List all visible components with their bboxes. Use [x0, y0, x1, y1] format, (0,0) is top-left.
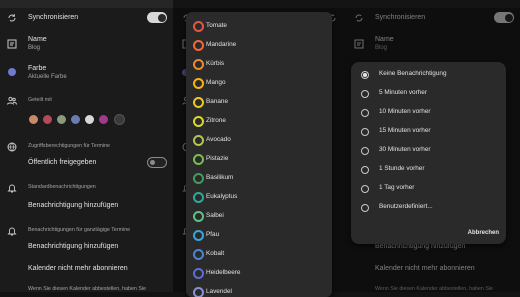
name-label: Name — [28, 36, 47, 43]
avatar[interactable] — [98, 114, 109, 125]
public-toggle[interactable] — [147, 157, 167, 168]
avatar[interactable] — [42, 114, 53, 125]
default-notif-label: Standardbenachrichtigungen — [28, 184, 96, 190]
sync-icon — [8, 14, 16, 22]
color-label: Farbe — [28, 65, 47, 72]
sync-toggle[interactable] — [147, 12, 167, 23]
radio-icon — [361, 166, 369, 174]
color-option-banane[interactable]: Banane — [186, 93, 332, 111]
color-option-mandarine[interactable]: Mandarine — [186, 36, 332, 54]
color-ring-icon — [193, 230, 204, 241]
notif-option-10min[interactable]: 10 Minuten vorher — [351, 104, 506, 123]
color-ring-icon — [193, 268, 204, 279]
color-option-mango[interactable]: Mango — [186, 74, 332, 92]
people-icon — [7, 96, 17, 105]
radio-icon — [361, 90, 369, 98]
radio-selected-icon — [361, 71, 369, 79]
color-option-kobalt[interactable]: Kobalt — [186, 245, 332, 263]
color-ring-icon — [193, 97, 204, 108]
bell-icon — [7, 227, 17, 236]
color-ring-icon — [193, 249, 204, 260]
default-notif-row: Standardbenachrichtigungen Benachrichtig… — [0, 181, 173, 215]
shared-label: Geteilt mit — [28, 97, 52, 103]
sync-row[interactable]: Synchronisieren — [0, 10, 173, 26]
color-row[interactable]: Farbe Aktuelle Farbe — [0, 63, 173, 83]
notif-option-custom[interactable]: Benutzerdefiniert... — [351, 199, 506, 218]
public-label: Öffentlich freigegeben — [28, 159, 97, 166]
globe-icon — [7, 142, 17, 152]
color-ring-icon — [193, 173, 204, 184]
color-ring-icon — [193, 211, 204, 222]
text-icon — [7, 39, 17, 49]
color-swatch-icon — [8, 68, 16, 76]
avatar[interactable] — [70, 114, 81, 125]
name-row[interactable]: Name Blog — [0, 34, 173, 54]
color-picker-menu: Tomate Mandarine Kürbis Mango Banane Zit… — [186, 12, 332, 297]
color-option-avocado[interactable]: Avocado — [186, 131, 332, 149]
sync-label: Synchronisieren — [28, 14, 79, 21]
notif-option-none[interactable]: Keine Benachrichtigung — [351, 66, 506, 85]
allday-notif-row: Benachrichtigungen für ganztägige Termin… — [0, 224, 173, 254]
radio-icon — [361, 128, 369, 136]
color-ring-icon — [193, 116, 204, 127]
avatar[interactable] — [28, 114, 39, 125]
cancel-button[interactable]: Abbrechen — [468, 230, 499, 236]
radio-icon — [361, 204, 369, 212]
radio-icon — [361, 109, 369, 117]
color-ring-icon — [193, 192, 204, 203]
notif-option-1d[interactable]: 1 Tag vorher — [351, 180, 506, 199]
color-value: Aktuelle Farbe — [28, 74, 67, 80]
color-option-heidelbeere[interactable]: Heidelbeere — [186, 264, 332, 282]
radio-icon — [361, 185, 369, 193]
access-label: Zugriffsberechtigungen für Termine — [28, 143, 110, 149]
color-ring-icon — [193, 40, 204, 51]
color-ring-icon — [193, 21, 204, 32]
color-option-salbei[interactable]: Salbei — [186, 207, 332, 225]
color-option-kuerbis[interactable]: Kürbis — [186, 55, 332, 73]
color-option-basilikum[interactable]: Basilikum — [186, 169, 332, 187]
notif-option-1h[interactable]: 1 Stunde vorher — [351, 161, 506, 180]
color-option-lavendel[interactable]: Lavendel — [186, 283, 332, 297]
color-option-pfau[interactable]: Pfau — [186, 226, 332, 244]
color-ring-icon — [193, 59, 204, 70]
notification-dialog: Keine Benachrichtigung 5 Minuten vorher … — [351, 62, 506, 244]
allday-notif-label: Benachrichtigungen für ganztägige Termin… — [28, 227, 131, 233]
top-bar — [0, 0, 173, 8]
access-row: Zugriffsberechtigungen für Termine Öffen… — [0, 140, 173, 170]
color-option-zitrone[interactable]: Zitrone — [186, 112, 332, 130]
footer-text: Wenn Sie diesen Kalender abbestellen, ha… — [28, 286, 146, 292]
color-option-eukalyptus[interactable]: Eukalyptus — [186, 188, 332, 206]
color-option-pistazie[interactable]: Pistazie — [186, 150, 332, 168]
unsubscribe-button[interactable]: Kalender nicht mehr abonnieren — [28, 265, 128, 272]
avatar[interactable] — [56, 114, 67, 125]
avatar[interactable] — [84, 114, 95, 125]
notif-option-30min[interactable]: 30 Minuten vorher — [351, 142, 506, 161]
add-notif-button[interactable]: Benachrichtigung hinzufügen — [28, 202, 118, 209]
add-notif-button-2[interactable]: Benachrichtigung hinzufügen — [28, 243, 118, 250]
calendar-settings-panel: Synchronisieren Name Blog Farbe Aktuelle… — [0, 0, 173, 292]
color-ring-icon — [193, 135, 204, 146]
color-ring-icon — [193, 78, 204, 89]
color-ring-icon — [193, 154, 204, 165]
radio-icon — [361, 147, 369, 155]
add-person-icon[interactable] — [114, 114, 125, 125]
notif-option-15min[interactable]: 15 Minuten vorher — [351, 123, 506, 142]
name-value: Blog — [28, 45, 41, 51]
color-ring-icon — [193, 287, 204, 297]
bell-icon — [7, 184, 17, 193]
notif-option-5min[interactable]: 5 Minuten vorher — [351, 85, 506, 104]
color-option-tomate[interactable]: Tomate — [186, 17, 332, 35]
